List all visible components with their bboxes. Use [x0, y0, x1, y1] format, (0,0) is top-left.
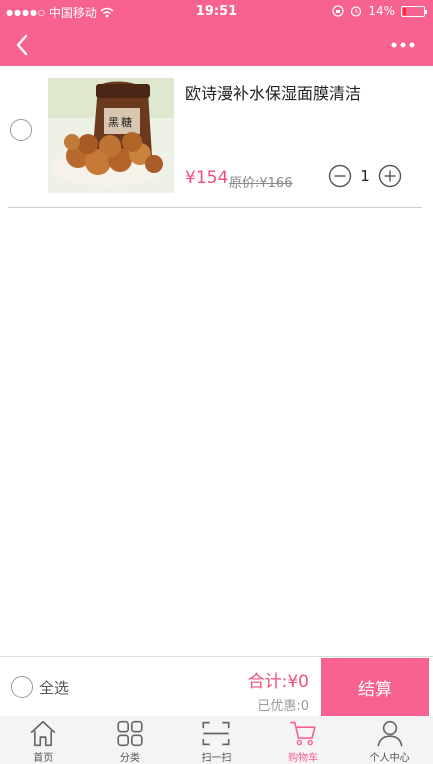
product-price: ¥154	[185, 168, 229, 188]
tab-profile[interactable]: 个人中心	[346, 716, 433, 764]
lock-rotation-icon	[332, 5, 344, 17]
select-all-toggle[interactable]: 全选	[11, 676, 69, 698]
select-all-radio[interactable]	[11, 676, 33, 698]
original-price: 原价:¥166	[229, 176, 293, 191]
svg-text:糖: 糖	[121, 115, 132, 129]
minus-circle-icon[interactable]	[328, 164, 352, 188]
status-bar: ●●●●○ 中国移动 19:51 14%	[0, 0, 433, 24]
scan-icon	[202, 721, 230, 746]
svg-text:黑: 黑	[108, 116, 119, 129]
discount-amount: 已优惠:0	[257, 699, 309, 714]
tab-label: 个人中心	[369, 753, 410, 764]
app-header: ●●●●○ 中国移动 19:51 14%	[0, 0, 433, 66]
total-amount: 合计:¥0	[247, 672, 309, 692]
status-right: 14%	[332, 4, 427, 18]
category-icon	[117, 720, 143, 747]
quantity-stepper: 1	[328, 164, 402, 188]
product-title[interactable]: 欧诗漫补水保湿面膜清洁	[185, 80, 361, 104]
tab-bar: 首页 分类 扫一扫 购物车 个人中心	[0, 716, 433, 764]
tab-home[interactable]: 首页	[0, 716, 87, 764]
item-select-radio[interactable]	[10, 119, 32, 141]
battery-percent: 14%	[368, 4, 395, 18]
tab-label: 购物车	[288, 753, 319, 764]
more-dots-icon	[391, 42, 415, 48]
cart-icon	[290, 721, 316, 746]
user-icon	[377, 720, 403, 747]
tab-scan[interactable]: 扫一扫	[173, 716, 260, 764]
cart-item: 黑 糖 欧诗漫补水保湿面膜清洁 ¥154 原价:¥166 1	[0, 66, 433, 208]
quantity-value: 1	[360, 167, 370, 185]
tab-label: 首页	[33, 753, 54, 764]
tab-label: 扫一扫	[201, 753, 232, 764]
home-icon	[30, 720, 56, 747]
battery-icon	[401, 5, 427, 17]
more-button[interactable]	[389, 34, 417, 56]
settle-button[interactable]: 结算	[321, 658, 429, 716]
tab-category[interactable]: 分类	[87, 716, 174, 764]
product-image[interactable]: 黑 糖	[48, 78, 174, 193]
item-divider	[8, 207, 422, 208]
plus-circle-icon[interactable]	[378, 164, 402, 188]
back-button[interactable]	[8, 30, 36, 60]
select-all-label: 全选	[39, 678, 70, 697]
tab-label: 分类	[119, 753, 140, 764]
chevron-left-icon	[16, 34, 28, 56]
alarm-icon	[351, 6, 362, 17]
tab-cart[interactable]: 购物车	[260, 716, 347, 764]
checkout-bar: 全选 合计:¥0 已优惠:0 结算	[0, 656, 433, 716]
